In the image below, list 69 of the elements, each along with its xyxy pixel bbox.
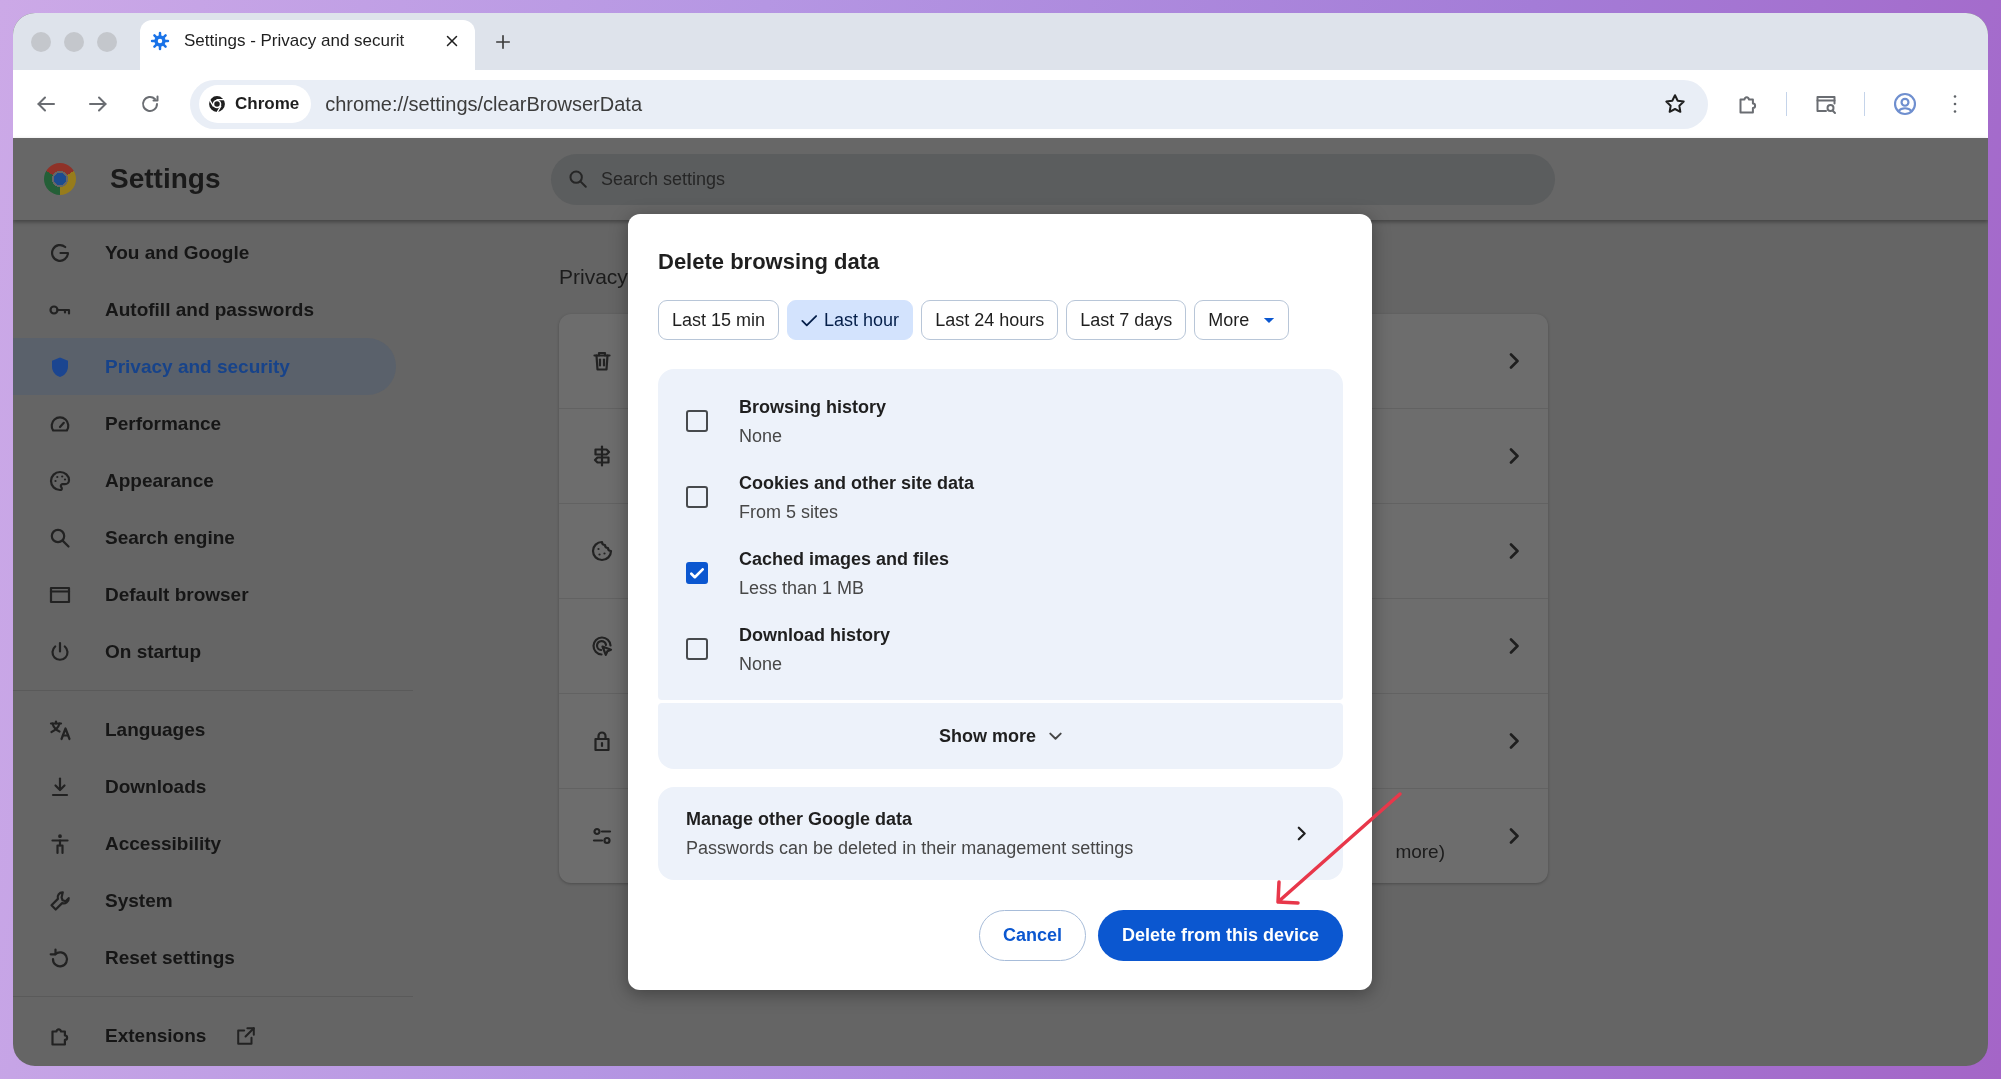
- data-type-label: Browsing history: [739, 395, 886, 419]
- sidebar-item[interactable]: Extensions: [13, 1007, 396, 1064]
- manage-data-subtitle: Passwords can be deleted in their management settings: [686, 837, 1135, 860]
- browser-logo-icon: [44, 163, 76, 195]
- profile-icon[interactable]: [1892, 91, 1918, 117]
- power-icon: [48, 639, 72, 664]
- url-text: chrome://settings/clearBrowserData: [325, 92, 644, 116]
- manage-data-title: Manage other Google data: [686, 808, 914, 831]
- sidebar-item[interactable]: Languages: [13, 701, 396, 758]
- section-heading: Privacy: [559, 265, 629, 289]
- time-range-chip[interactable]: Last 7 days: [1066, 300, 1187, 340]
- sidebar-item[interactable]: On startup: [13, 623, 396, 680]
- wrench-icon: [48, 888, 72, 913]
- show-more-button[interactable]: Show more: [658, 703, 1343, 769]
- chevron-right-icon[interactable]: [1509, 638, 1519, 654]
- cookie-icon: [590, 539, 614, 563]
- sidebar-item[interactable]: Default browser: [13, 566, 396, 623]
- dialog-title: Delete browsing data: [658, 248, 881, 276]
- sidebar-item[interactable]: Search engine: [13, 509, 396, 566]
- time-range-chip[interactable]: Last 15 min: [658, 300, 780, 340]
- gear-icon: [150, 31, 170, 51]
- data-type-label: Download history: [739, 623, 890, 647]
- sidebar-item[interactable]: Accessibility: [13, 815, 396, 872]
- data-type-label: Cookies and other site data: [739, 471, 975, 495]
- sidebar-item[interactable]: System: [13, 872, 396, 929]
- time-range-chip[interactable]: Last 24 hours: [921, 300, 1059, 340]
- data-type-detail: None: [739, 424, 784, 448]
- sidebar-item[interactable]: You and Google: [13, 224, 396, 281]
- chevron-down-icon: [1049, 732, 1062, 740]
- checkbox[interactable]: [686, 562, 708, 584]
- data-type-detail: None: [739, 652, 784, 676]
- menu-icon[interactable]: [1952, 94, 1958, 114]
- person-icon: [48, 831, 72, 856]
- sidebar-item[interactable]: Appearance: [13, 452, 396, 509]
- chevron-right-icon[interactable]: [1509, 733, 1519, 749]
- star-icon[interactable]: [1663, 92, 1687, 116]
- chevron-right-icon[interactable]: [1509, 448, 1519, 464]
- caret-icon: [1263, 316, 1276, 324]
- trash-icon: [590, 349, 614, 373]
- page-title: Settings: [110, 163, 221, 195]
- site-info-chip[interactable]: Chrome: [199, 85, 312, 123]
- search-field[interactable]: Search settings: [551, 153, 1555, 205]
- check-icon: [801, 313, 818, 327]
- time-range-chip[interactable]: Last hour: [787, 300, 914, 340]
- delete-button[interactable]: Delete from this device: [1097, 910, 1343, 961]
- sidebar-item[interactable]: Autofill and passwords: [13, 281, 396, 338]
- chevron-right-icon[interactable]: [1509, 543, 1519, 559]
- manage-data-row[interactable]: Manage other Google data Passwords can be deleted in their management settings: [658, 787, 1343, 880]
- checkbox[interactable]: [686, 410, 708, 432]
- chevron-right-icon[interactable]: [1509, 353, 1519, 369]
- sidebar-item[interactable]: Downloads: [13, 758, 396, 815]
- cancel-button[interactable]: Cancel: [978, 910, 1086, 961]
- data-type-detail: From 5 sites: [739, 500, 840, 524]
- browser-tab[interactable]: Settings - Privacy and securit: [140, 20, 475, 70]
- chevron-right-icon: [1297, 826, 1306, 841]
- more-dropdown[interactable]: More: [1194, 300, 1290, 340]
- browser-logo-icon: [207, 94, 227, 114]
- address-bar[interactable]: Chrome chrome://settings/clearBrowserData: [190, 79, 1708, 129]
- sidebar-item[interactable]: Performance: [13, 395, 396, 452]
- sidebar-item[interactable]: Reset settings: [13, 929, 396, 986]
- target-cursor-icon: [590, 634, 614, 658]
- checkbox[interactable]: [686, 486, 708, 508]
- palette-icon: [48, 468, 72, 493]
- data-type-detail: Less than 1 MB: [739, 576, 866, 600]
- checkbox[interactable]: [686, 638, 708, 660]
- chevron-right-icon[interactable]: [1509, 828, 1519, 844]
- row-description: more): [1395, 841, 1445, 863]
- check-icon: [690, 567, 704, 579]
- data-type-label: Cached images and files: [739, 547, 950, 571]
